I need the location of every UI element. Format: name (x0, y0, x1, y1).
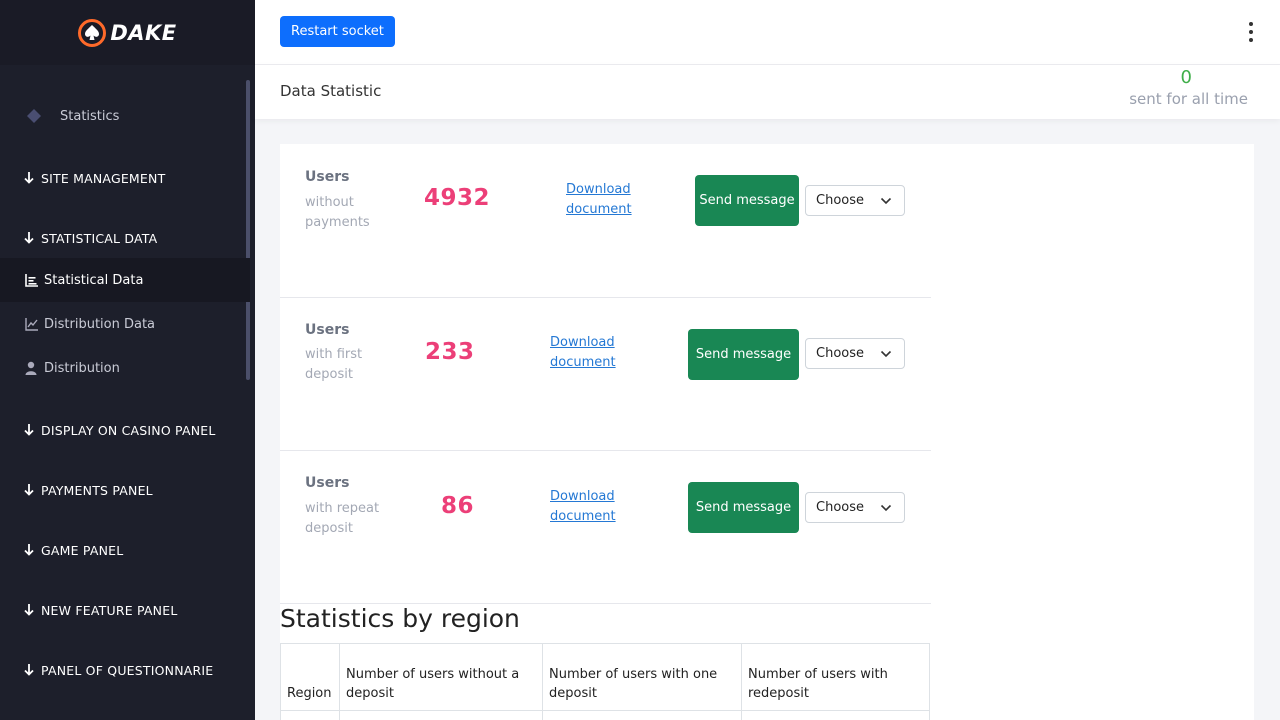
sidebar-item-label: Statistical Data (44, 272, 144, 288)
table-header-row: Region Number of users without a deposit… (280, 643, 930, 711)
chevron-down-icon (880, 197, 892, 205)
kebab-menu-icon[interactable] (1246, 22, 1256, 42)
choose-select[interactable]: Choose (805, 338, 905, 369)
stat-subtitle: with first deposit (305, 347, 363, 382)
send-message-button[interactable]: Send message (688, 329, 799, 380)
arrow-down-icon (24, 604, 36, 616)
column-header-one-deposit: Number of users with one deposit (542, 643, 742, 711)
sent-label: sent for all time (1129, 90, 1248, 108)
choose-select-value: Choose (816, 500, 864, 515)
sidebar-section-statistical-data[interactable]: STATISTICAL DATA (0, 228, 250, 248)
arrow-down-icon (24, 172, 36, 184)
top-bar: Restart socket (255, 0, 1280, 65)
chevron-down-icon (880, 504, 892, 512)
sidebar-section-label: NEW FEATURE PANEL (41, 602, 178, 618)
sidebar-section-payments-panel[interactable]: PAYMENTS PANEL (0, 480, 250, 500)
column-header-region: Region (280, 643, 340, 711)
stat-title: Users (305, 322, 350, 338)
sidebar-section-game-panel[interactable]: GAME PANEL (0, 540, 250, 560)
page-title: Data Statistic (280, 82, 382, 100)
sidebar: DAKE Statistics SITE MANAGEMENT STATISTI… (0, 0, 255, 720)
sidebar-section-site-management[interactable]: SITE MANAGEMENT (0, 168, 250, 188)
user-icon (24, 361, 38, 375)
download-document-link[interactable]: Download document (566, 180, 646, 220)
sidebar-item-distribution[interactable]: Distribution (0, 358, 250, 378)
arrow-down-icon (24, 424, 36, 436)
sidebar-section-label: STATISTICAL DATA (41, 230, 158, 246)
table-row (280, 710, 930, 720)
stat-title: Users (305, 169, 350, 185)
chevron-down-icon (880, 350, 892, 358)
spade-logo-icon (78, 18, 107, 47)
choose-select-value: Choose (816, 346, 864, 361)
stat-subtitle: with repeat deposit (305, 501, 380, 536)
arrow-down-icon (24, 484, 36, 496)
brand-logo[interactable]: DAKE (78, 18, 177, 47)
choose-select-value: Choose (816, 193, 864, 208)
restart-socket-button[interactable]: Restart socket (280, 16, 395, 47)
sidebar-section-label: PANEL OF QUESTIONNARIE (41, 662, 214, 678)
download-document-link[interactable]: Download document (550, 333, 630, 373)
stat-row-first-deposit: Users with first deposit 233 Download do… (280, 298, 931, 451)
arrow-down-icon (24, 232, 36, 244)
sidebar-section-label: PAYMENTS PANEL (41, 482, 153, 498)
diamond-icon (26, 108, 42, 124)
region-table: Region Number of users without a deposit… (280, 643, 930, 720)
stat-value: 233 (425, 339, 475, 365)
region-section-title: Statistics by region (280, 604, 520, 633)
page-header: Data Statistic 0 sent for all time (255, 65, 1280, 119)
sidebar-item-label: Statistics (60, 108, 120, 124)
sent-count: 0 (1180, 67, 1192, 88)
send-message-button[interactable]: Send message (695, 175, 799, 226)
brand-name: DAKE (110, 20, 177, 45)
column-header-no-deposit: Number of users without a deposit (339, 643, 543, 711)
sidebar-section-label: DISPLAY ON CASINO PANEL (41, 422, 216, 438)
sidebar-section-new-feature-panel[interactable]: NEW FEATURE PANEL (0, 600, 250, 620)
choose-select[interactable]: Choose (805, 492, 905, 523)
sidebar-item-label: Distribution Data (44, 316, 156, 332)
stat-row-without-payments: Users without payments 4932 Download doc… (280, 145, 931, 298)
sidebar-item-statistics[interactable]: Statistics (0, 96, 250, 136)
choose-select[interactable]: Choose (805, 185, 905, 216)
stat-subtitle: without payments (305, 195, 370, 230)
sidebar-item-statistical-data[interactable]: Statistical Data (0, 258, 250, 302)
stat-title: Users (305, 475, 350, 491)
arrow-down-icon (24, 544, 36, 556)
download-document-link[interactable]: Download document (550, 487, 630, 527)
stat-row-repeat-deposit: Users with repeat deposit 86 Download do… (280, 451, 931, 604)
sidebar-section-casino-panel[interactable]: DISPLAY ON CASINO PANEL (0, 420, 250, 440)
sidebar-item-distribution-data[interactable]: Distribution Data (0, 314, 250, 334)
sidebar-section-label: SITE MANAGEMENT (41, 170, 166, 186)
send-message-button[interactable]: Send message (688, 482, 799, 533)
logo-bar: DAKE (0, 0, 255, 65)
column-header-redeposit: Number of users with redeposit (741, 643, 930, 711)
stat-value: 4932 (424, 185, 491, 211)
line-chart-icon (24, 317, 38, 331)
bar-chart-icon (24, 273, 38, 287)
sidebar-section-label: GAME PANEL (41, 542, 124, 558)
sidebar-item-label: Distribution (44, 360, 120, 376)
sidebar-section-questionnaire-panel[interactable]: PANEL OF QUESTIONNARIE (0, 660, 250, 680)
stat-value: 86 (441, 493, 475, 519)
arrow-down-icon (24, 664, 36, 676)
